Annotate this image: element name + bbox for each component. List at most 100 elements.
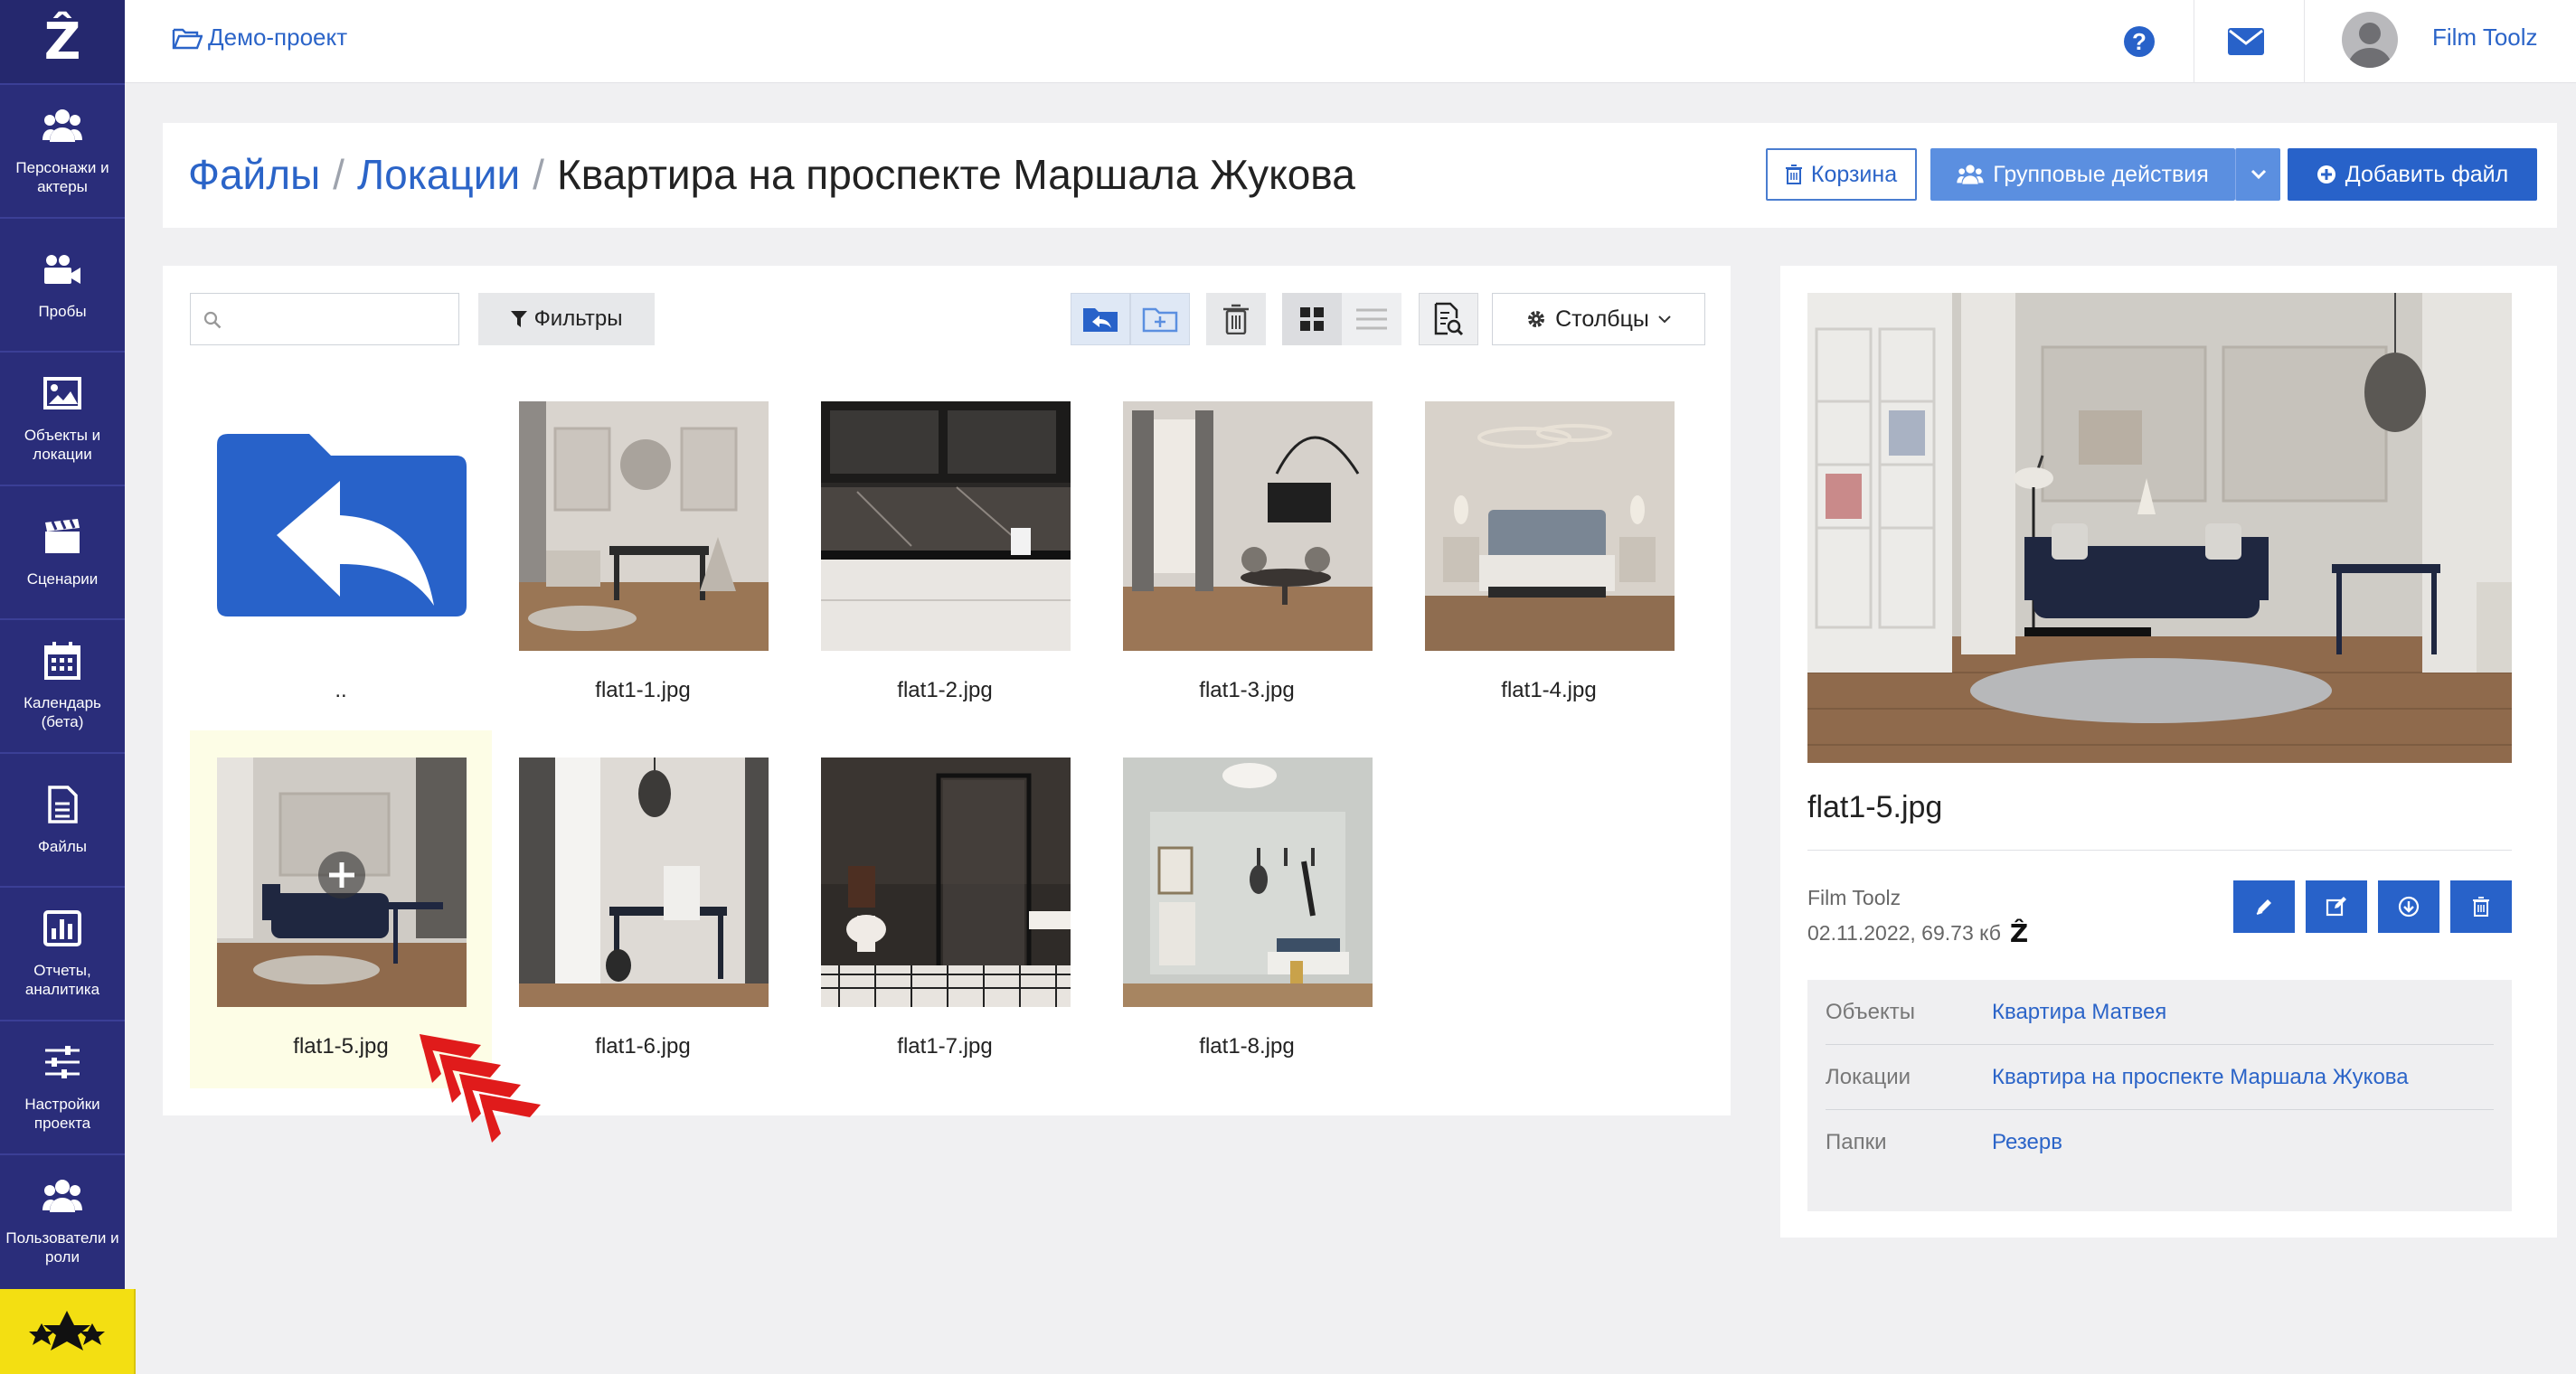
pointer-arrow-icon — [416, 1027, 561, 1167]
app-logo[interactable]: Ẑ — [0, 0, 125, 83]
page-title: Квартира на проспекте Маршала Жукова — [556, 151, 1355, 198]
parent-folder-icon — [217, 401, 467, 651]
columns-dropdown[interactable]: Столбцы — [1492, 293, 1705, 345]
preview-owner: Film Toolz — [1807, 886, 1901, 909]
trash-icon — [1223, 304, 1249, 334]
sidebar-item-label: Персонажи и актеры — [15, 159, 109, 195]
add-file-button[interactable]: Добавить файл — [2288, 148, 2537, 201]
mail-icon[interactable] — [2228, 28, 2264, 60]
search-input[interactable] — [191, 294, 458, 344]
file-thumbnail — [519, 758, 769, 1007]
file-thumbnail — [821, 758, 1071, 1007]
divider — [1807, 850, 2512, 851]
property-label: Папки — [1826, 1130, 1887, 1154]
calendar-icon — [42, 641, 82, 681]
list-icon — [1356, 308, 1387, 330]
list-view-button[interactable] — [1342, 293, 1401, 345]
clapperboard-icon — [42, 517, 82, 557]
pencil-icon — [2256, 899, 2271, 915]
file-tile[interactable]: flat1-1.jpg — [492, 401, 794, 759]
sidebar-item-calendar[interactable]: Календарь (бета) — [0, 618, 125, 752]
file-properties: Объекты Квартира Матвея Локации Квартира… — [1807, 980, 2512, 1211]
app-logo-small: Ẑ — [2009, 918, 2029, 948]
sidebar-item-label: Сценарии — [26, 569, 99, 588]
sidebar-item-auditions[interactable]: Пробы — [0, 217, 125, 351]
delete-button[interactable] — [1206, 293, 1266, 345]
download-icon — [2398, 896, 2420, 918]
divider — [2304, 0, 2305, 83]
sidebar-item-label: Отчеты, аналитика — [24, 962, 100, 998]
file-tile[interactable]: flat1-3.jpg — [1096, 401, 1398, 759]
sidebar-item-reports[interactable]: Отчеты, аналитика — [0, 886, 125, 1020]
trash-icon — [2473, 897, 2489, 917]
trash-label: Корзина — [1810, 161, 1898, 187]
file-name: flat1-8.jpg — [1199, 1034, 1295, 1059]
document-search-icon — [1434, 302, 1464, 336]
preview-image[interactable] — [1807, 293, 2512, 763]
property-row: Объекты Квартира Матвея — [1826, 980, 2494, 1045]
property-label: Локации — [1826, 1064, 1911, 1089]
delete-file-button[interactable] — [2450, 880, 2512, 933]
preview-date-size: 02.11.2022, 69.73 кб — [1807, 921, 2001, 945]
file-name: flat1-4.jpg — [1501, 678, 1597, 702]
sidebar-item-files[interactable]: Файлы — [0, 752, 125, 886]
help-icon[interactable]: ? — [2123, 25, 2156, 62]
page-header: Файлы / Локации / Квартира на проспекте … — [163, 123, 2557, 228]
grid-icon — [1300, 307, 1324, 331]
folder-plus-icon — [1142, 307, 1178, 333]
file-thumbnail — [821, 401, 1071, 651]
sidebar-item-characters[interactable]: Персонажи и актеры — [0, 83, 125, 217]
group-actions-button[interactable]: Групповые действия — [1930, 148, 2235, 201]
parent-folder-tile[interactable]: .. — [190, 401, 492, 759]
breadcrumb-locations[interactable]: Локации — [357, 150, 520, 199]
property-row: Папки Резерв — [1826, 1110, 2494, 1175]
sidebar-item-settings[interactable]: Настройки проекта — [0, 1020, 125, 1153]
document-search-button[interactable] — [1419, 293, 1478, 345]
breadcrumb-files[interactable]: Файлы — [188, 150, 320, 199]
file-tile[interactable]: flat1-7.jpg — [794, 758, 1096, 1115]
add-file-label: Добавить файл — [2345, 161, 2509, 187]
grid-view-button[interactable] — [1282, 293, 1342, 345]
file-browser: Фильтры Столбцы .. flat1-1.jpg flat1-2.j… — [163, 266, 1731, 1115]
trash-button[interactable]: Корзина — [1766, 148, 1917, 201]
file-thumbnail — [1123, 401, 1373, 651]
file-tile[interactable]: flat1-4.jpg — [1398, 401, 1700, 759]
edit-button[interactable] — [2233, 880, 2295, 933]
file-tile[interactable]: flat1-2.jpg — [794, 401, 1096, 759]
property-link[interactable]: Резерв — [1992, 1130, 2062, 1155]
property-link[interactable]: Квартира на проспекте Маршала Жукова — [1992, 1065, 2409, 1090]
sidebar-item-scripts[interactable]: Сценарии — [0, 485, 125, 618]
file-name: flat1-3.jpg — [1199, 678, 1295, 702]
project-name: Демо-проект — [208, 24, 348, 51]
file-tile[interactable]: flat1-8.jpg — [1096, 758, 1398, 1115]
avatar[interactable] — [2342, 12, 2398, 68]
new-folder-button[interactable] — [1130, 293, 1190, 345]
sidebar-item-objects[interactable]: Объекты и локации — [0, 351, 125, 485]
sidebar-item-users[interactable]: Пользователи и роли — [0, 1153, 125, 1287]
sidebar-item-label: Настройки проекта — [24, 1096, 100, 1132]
user-name[interactable]: Film Toolz — [2432, 24, 2538, 52]
filter-icon — [510, 311, 527, 327]
group-actions-label: Групповые действия — [1993, 161, 2209, 187]
users-icon — [42, 1176, 82, 1216]
project-link[interactable]: Демо-проект — [172, 24, 347, 52]
property-link[interactable]: Квартира Матвея — [1992, 1000, 2166, 1025]
trash-icon — [1785, 165, 1802, 184]
svg-text:?: ? — [2132, 28, 2147, 55]
group-actions-dropdown[interactable] — [2235, 148, 2280, 201]
property-row: Локации Квартира на проспекте Маршала Жу… — [1826, 1045, 2494, 1110]
users-icon — [1957, 165, 1984, 184]
star-badge[interactable] — [0, 1289, 136, 1374]
search-field[interactable] — [190, 293, 459, 345]
edit-details-button[interactable] — [2306, 880, 2367, 933]
image-icon — [42, 373, 82, 413]
folder-open-icon — [172, 28, 203, 49]
folder-back-icon — [1083, 308, 1118, 332]
go-back-folder-button[interactable] — [1071, 293, 1130, 345]
sliders-icon — [42, 1042, 82, 1082]
file-name: flat1-1.jpg — [595, 678, 691, 702]
file-name: flat1-2.jpg — [897, 678, 993, 702]
filters-button[interactable]: Фильтры — [478, 293, 655, 345]
edit-square-icon — [2326, 897, 2346, 917]
download-button[interactable] — [2378, 880, 2439, 933]
